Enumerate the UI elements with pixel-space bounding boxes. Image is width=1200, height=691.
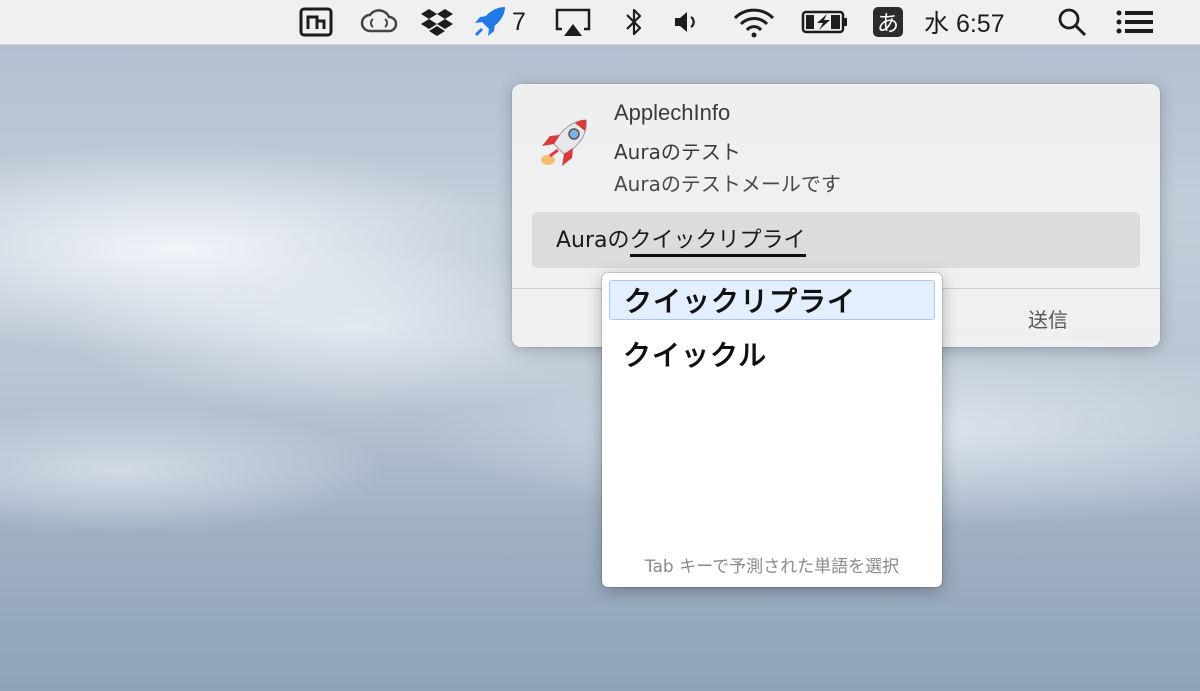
candidate-item[interactable]: クイックル — [609, 334, 935, 374]
rocket-icon — [472, 5, 508, 39]
quick-reply-input[interactable]: Auraのクイックリプライ — [532, 212, 1140, 268]
menu-bar: 7 あ 水 6:57 — [0, 0, 1200, 45]
ime-candidate-window: クイックリプライ クイックル Tab キーで予測された単語を選択 — [602, 273, 942, 587]
notification-body: Auraのテストメールです — [614, 172, 841, 196]
reply-committed-particle: の — [607, 228, 630, 253]
reply-text: Auraのクイックリプライ — [556, 222, 806, 257]
clock-text: 水 6:57 — [924, 10, 1005, 38]
spotlight-search-icon[interactable] — [1054, 0, 1090, 44]
candidate-hint: Tab キーで予測された単語を選択 — [644, 557, 900, 577]
notification-center-icon[interactable] — [1114, 0, 1156, 44]
candidate-item[interactable]: クイックリプライ — [609, 280, 935, 320]
rocket-app-icon — [536, 116, 592, 172]
clock[interactable]: 水 6:57 — [924, 0, 1028, 44]
reply-committed-text: Aura — [556, 228, 608, 253]
rocket-badge-count: 7 — [512, 7, 526, 36]
bluetooth-icon[interactable] — [620, 0, 648, 44]
notification-app-name: ApplechInfo — [614, 100, 731, 125]
dropbox-icon[interactable] — [418, 0, 456, 44]
input-source-icon[interactable]: あ — [872, 0, 904, 44]
send-button[interactable]: 送信 — [936, 289, 1160, 347]
battery-charging-icon[interactable] — [800, 0, 850, 44]
volume-icon[interactable] — [672, 0, 704, 44]
reply-marked-text: クイックリプライ — [629, 228, 806, 257]
creative-cloud-icon[interactable] — [358, 0, 400, 44]
rocket-menu-item[interactable]: 7 — [472, 0, 536, 44]
pocket-app-icon[interactable] — [296, 0, 336, 44]
notification-subtitle: Auraのテスト — [614, 140, 741, 164]
wifi-icon[interactable] — [730, 0, 778, 44]
airplay-icon[interactable] — [552, 0, 594, 44]
ime-label: あ — [873, 7, 903, 37]
